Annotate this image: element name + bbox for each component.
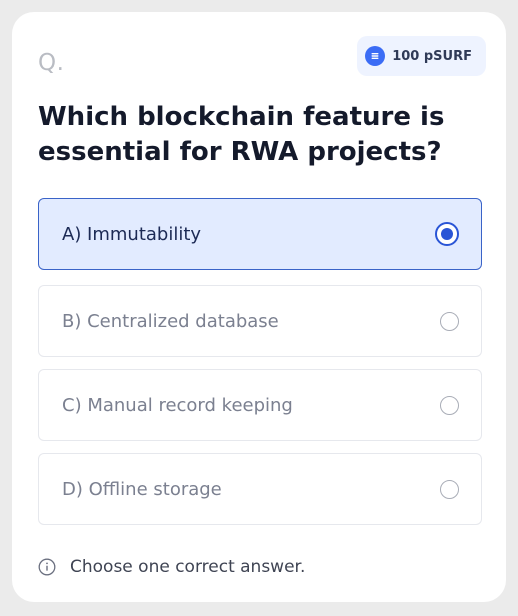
reward-label: 100 pSURF <box>392 48 472 64</box>
quiz-card: Q. 100 pSURF Which blockchain feature is… <box>12 12 506 602</box>
radio-unselected-icon[interactable] <box>440 479 459 499</box>
radio-unselected-icon[interactable] <box>440 395 459 415</box>
radio-dot <box>441 228 453 240</box>
option-d-label: D) Offline storage <box>62 478 222 500</box>
radio-selected-icon[interactable] <box>435 222 459 246</box>
hint: Choose one correct answer. <box>38 557 305 577</box>
hint-text: Choose one correct answer. <box>70 557 306 577</box>
info-icon <box>38 558 56 576</box>
option-a-label: A) Immutability <box>62 223 202 245</box>
option-b[interactable]: B) Centralized database <box>38 285 482 357</box>
coin-icon <box>365 46 386 66</box>
option-c[interactable]: C) Manual record keeping <box>38 369 482 441</box>
option-d[interactable]: D) Offline storage <box>38 453 482 525</box>
reward-badge: 100 pSURF <box>357 36 486 76</box>
question-marker: Q. <box>38 50 65 76</box>
option-c-label: C) Manual record keeping <box>62 394 293 416</box>
option-b-label: B) Centralized database <box>62 310 279 332</box>
option-a[interactable]: A) Immutability <box>38 198 482 270</box>
question-text: Which blockchain feature is essential fo… <box>38 102 445 167</box>
radio-unselected-icon[interactable] <box>440 311 459 331</box>
